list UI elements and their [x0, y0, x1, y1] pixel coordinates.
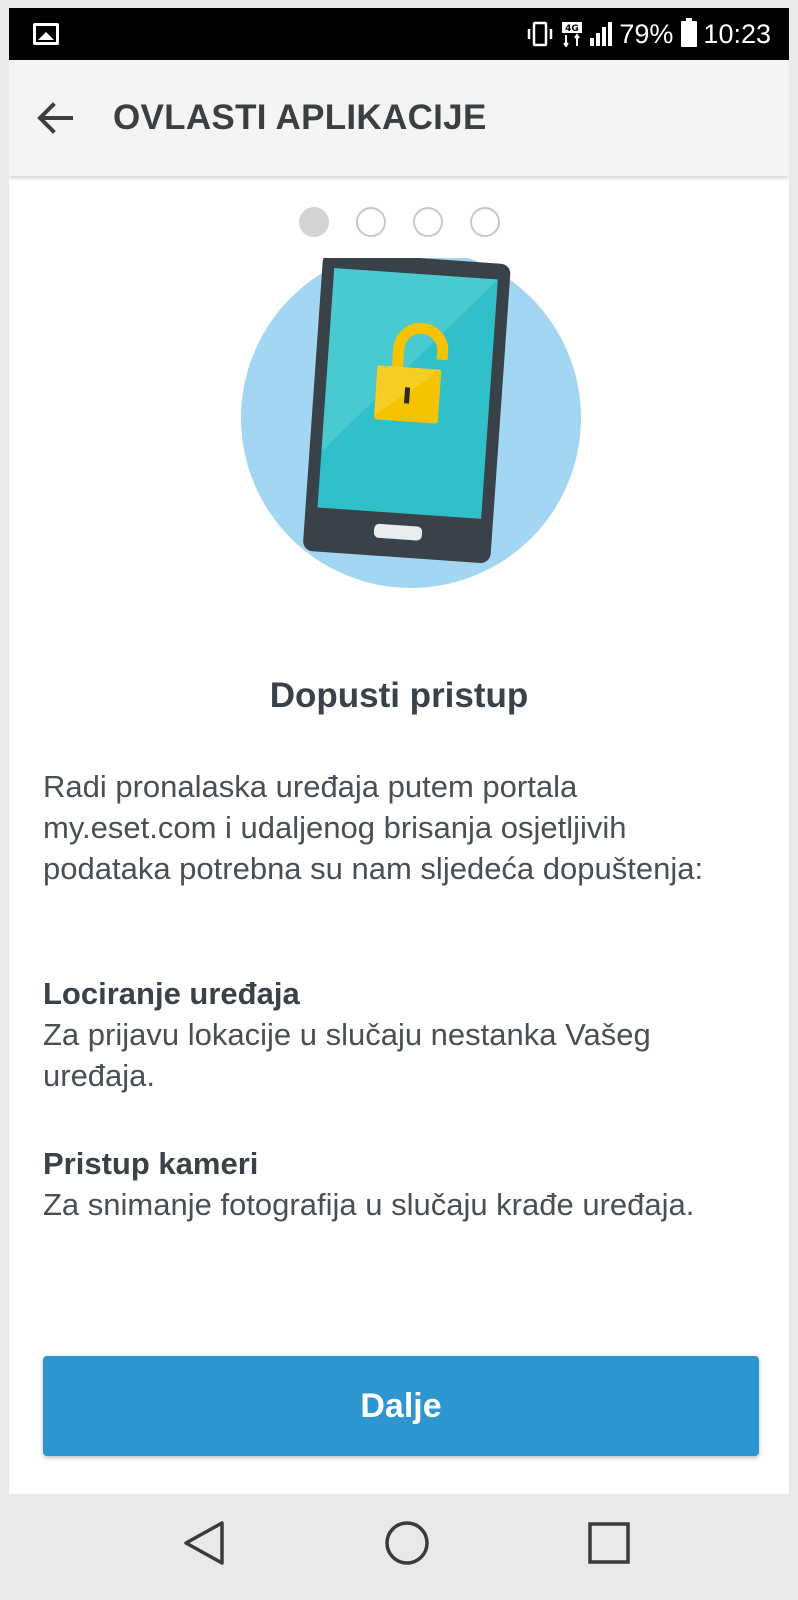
app-bar: OVLASTI APLIKACIJE: [9, 60, 789, 176]
pager-dot-active: [298, 207, 329, 237]
battery-icon: [681, 18, 698, 47]
page-title: OVLASTI APLIKACIJE: [113, 98, 487, 137]
screen: 4G 79% 10:23 OVLASTI APLIKACIJE Dopusti …: [9, 8, 789, 1592]
nav-back-icon[interactable]: [174, 1513, 234, 1573]
pager-dot: [469, 207, 500, 237]
nav-home-icon[interactable]: [377, 1513, 437, 1573]
vibrate-icon: [525, 21, 555, 47]
svg-text:4G: 4G: [566, 24, 580, 34]
pager-dot: [412, 207, 443, 237]
status-bar: 4G 79% 10:23: [9, 8, 789, 60]
permission-desc-camera: Za snimanje fotografija u slučaju krađe …: [43, 1187, 695, 1222]
phone-unlocked-padlock-icon: [224, 248, 584, 598]
signal-icon: [589, 21, 613, 47]
battery-percent: 79%: [619, 18, 674, 49]
content-heading: Dopusti pristup: [269, 676, 529, 715]
permission-desc-location: Za prijavu lokacije u slučaju nestanka V…: [43, 1017, 651, 1093]
permission-title-location: Lociranje uređaja: [43, 976, 300, 1011]
pager-indicator: [9, 207, 789, 237]
navigation-bar: [9, 1494, 789, 1592]
nav-recents-icon[interactable]: [579, 1513, 639, 1573]
next-button[interactable]: Dalje: [43, 1356, 759, 1456]
pager-dot: [355, 207, 386, 237]
status-right: 4G 79% 10:23: [525, 18, 771, 50]
gallery-icon: [33, 23, 59, 45]
network-4g-icon: 4G: [561, 21, 583, 47]
permission-title-camera: Pristup kameri: [43, 1146, 259, 1181]
back-arrow-icon[interactable]: [35, 98, 75, 138]
device-frame: 4G 79% 10:23 OVLASTI APLIKACIJE Dopusti …: [0, 0, 798, 1600]
status-left: [33, 23, 59, 45]
intro-text: Radi pronalaska uređaja putem portala my…: [43, 769, 704, 886]
status-time: 10:23: [703, 18, 771, 49]
